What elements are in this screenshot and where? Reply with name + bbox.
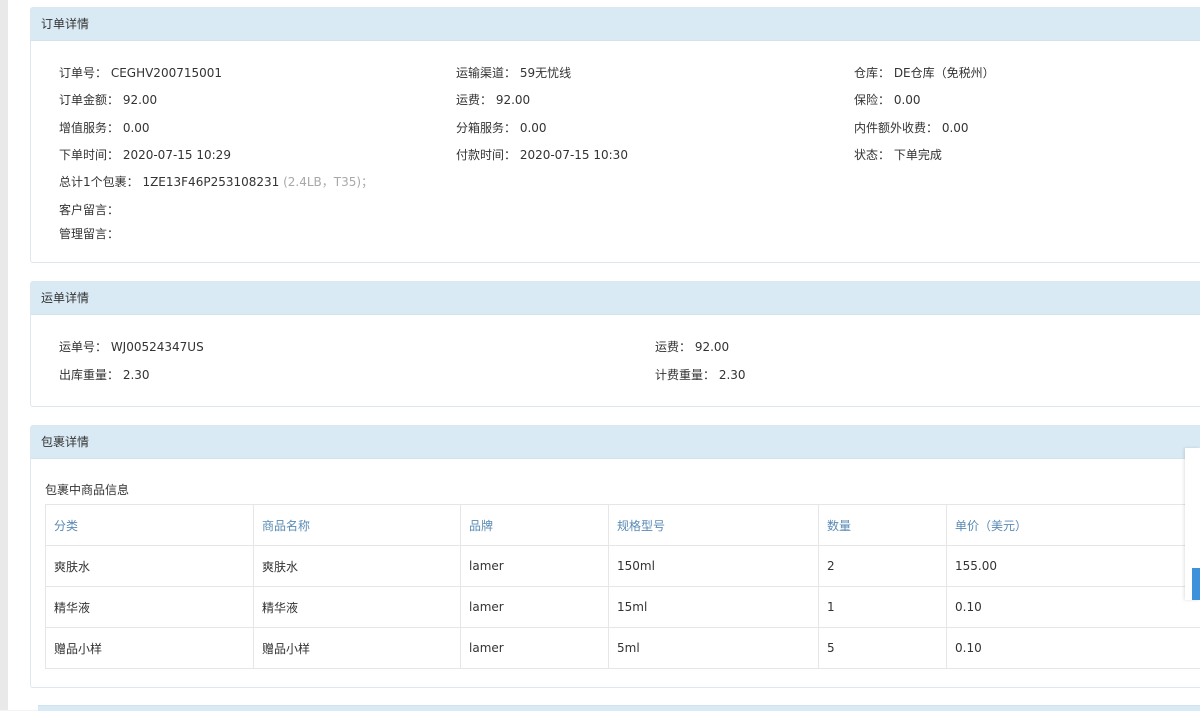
- package-summary: 总计1个包裹： 1ZE13F46P253108231 (2.4LB，T35)；: [59, 173, 373, 190]
- cell-brand: lamer: [461, 546, 609, 587]
- order-details-header: 订单详情: [31, 8, 1200, 41]
- order-status: 状态： 下单完成: [854, 146, 942, 163]
- outbound-weight: 出库重量： 2.30: [59, 366, 150, 383]
- split-box-service: 分箱服务： 0.00: [456, 119, 547, 136]
- cell-quantity: 2: [819, 546, 947, 587]
- column-header-product-name: 商品名称: [254, 505, 461, 546]
- waybill-details-header: 运单详情: [31, 282, 1200, 315]
- billing-weight: 计费重量： 2.30: [655, 366, 746, 383]
- package-goods-subtitle: 包裹中商品信息: [45, 481, 129, 498]
- column-header-category: 分类: [46, 505, 254, 546]
- column-header-spec: 规格型号: [609, 505, 819, 546]
- package-meta: (2.4LB，T35)；: [283, 175, 373, 189]
- cell-spec: 15ml: [609, 587, 819, 628]
- main-content: 订单详情 订单号： CEGHV200715001 运输渠道： 59无忧线 仓库：…: [8, 0, 1200, 710]
- package-goods-table: 分类 商品名称 品牌 规格型号 数量 单价（美元） 爽肤水 爽肤水 lamer …: [45, 504, 1200, 669]
- cell-product-name: 赠品小样: [254, 628, 461, 669]
- cell-brand: lamer: [461, 628, 609, 669]
- cell-category: 赠品小样: [46, 628, 254, 669]
- package-details-header: 包裹详情: [31, 426, 1200, 459]
- admin-note: 管理留言：: [59, 225, 119, 242]
- cell-brand: lamer: [461, 587, 609, 628]
- warehouse: 仓库： DE仓库（免税州）: [854, 64, 995, 81]
- cell-quantity: 1: [819, 587, 947, 628]
- column-header-quantity: 数量: [819, 505, 947, 546]
- table-row: 赠品小样 赠品小样 lamer 5ml 5 0.10: [46, 628, 1200, 669]
- side-tab-button[interactable]: [1192, 568, 1200, 600]
- order-freight: 运费： 92.00: [456, 91, 530, 108]
- cell-product-name: 爽肤水: [254, 546, 461, 587]
- waybill-freight: 运费： 92.00: [655, 338, 729, 355]
- extra-content-fee: 内件额外收费： 0.00: [854, 119, 969, 136]
- customer-note: 客户留言：: [59, 201, 119, 218]
- order-amount: 订单金额： 92.00: [59, 91, 157, 108]
- table-row: 精华液 精华液 lamer 15ml 1 0.10: [46, 587, 1200, 628]
- cell-unit-price: 155.00: [947, 546, 1200, 587]
- order-number: 订单号： CEGHV200715001: [59, 64, 222, 81]
- cell-spec: 150ml: [609, 546, 819, 587]
- table-header-row: 分类 商品名称 品牌 规格型号 数量 单价（美元）: [46, 505, 1200, 546]
- cell-quantity: 5: [819, 628, 947, 669]
- cell-unit-price: 0.10: [947, 587, 1200, 628]
- cell-category: 精华液: [46, 587, 254, 628]
- payment-time: 付款时间： 2020-07-15 10:30: [456, 146, 628, 163]
- shipping-channel: 运输渠道： 59无忧线: [456, 64, 571, 81]
- insurance: 保险： 0.00: [854, 91, 921, 108]
- next-panel-header-edge: [38, 705, 1200, 711]
- column-header-brand: 品牌: [461, 505, 609, 546]
- order-details-panel: 订单详情 订单号： CEGHV200715001 运输渠道： 59无忧线 仓库：…: [30, 7, 1200, 263]
- cell-unit-price: 0.10: [947, 628, 1200, 669]
- left-edge-strip: [0, 0, 8, 710]
- cell-spec: 5ml: [609, 628, 819, 669]
- package-summary-text: 总计1个包裹： 1ZE13F46P253108231: [59, 175, 279, 189]
- table-row: 爽肤水 爽肤水 lamer 150ml 2 155.00: [46, 546, 1200, 587]
- waybill-details-panel: 运单详情 运单号： WJ00524347US 运费： 92.00 出库重量： 2…: [30, 281, 1200, 407]
- column-header-unit-price: 单价（美元）: [947, 505, 1200, 546]
- waybill-number: 运单号： WJ00524347US: [59, 338, 204, 355]
- cell-product-name: 精华液: [254, 587, 461, 628]
- order-time: 下单时间： 2020-07-15 10:29: [59, 146, 231, 163]
- cell-category: 爽肤水: [46, 546, 254, 587]
- value-added-service: 增值服务： 0.00: [59, 119, 150, 136]
- package-details-panel: 包裹详情 包裹中商品信息 分类 商品名称 品牌 规格型号 数量 单价（美元） 爽: [30, 425, 1200, 688]
